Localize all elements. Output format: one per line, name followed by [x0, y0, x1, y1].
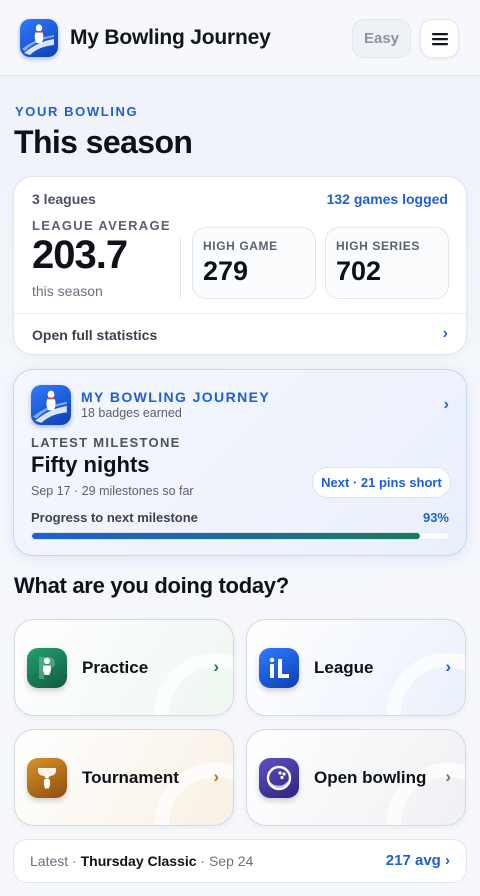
- chevron-right-icon[interactable]: ›: [444, 396, 449, 414]
- high-game-label: HIGH GAME: [203, 239, 278, 253]
- latest-session-name: Thursday Classic: [80, 853, 197, 869]
- games-logged-link[interactable]: 132 games logged: [327, 191, 448, 207]
- chevron-right-icon: ›: [213, 767, 219, 786]
- league-button[interactable]: League ›: [246, 619, 466, 716]
- section-heading: What are you doing today?: [14, 573, 289, 598]
- latest-session-date: · Sep 24: [200, 853, 254, 869]
- latest-milestone-label: LATEST MILESTONE: [31, 435, 181, 450]
- practice-button[interactable]: Practice ›: [14, 619, 234, 716]
- tournament-button[interactable]: Tournament ›: [14, 729, 234, 826]
- decorative-arc: [387, 653, 465, 715]
- next-milestone-pill[interactable]: Next · 21 pins short: [312, 467, 451, 498]
- league-label: League: [314, 658, 374, 677]
- easy-mode-button[interactable]: Easy: [352, 19, 411, 58]
- chevron-right-icon: ›: [213, 657, 219, 676]
- separator: ·: [72, 853, 77, 869]
- section-eyebrow: YOUR BOWLING: [15, 104, 139, 119]
- divider: [14, 313, 466, 314]
- decorative-arc: [155, 653, 233, 715]
- latest-prefix: Latest: [30, 853, 69, 869]
- divider: [180, 237, 181, 299]
- open-bowling-button[interactable]: Open bowling ›: [246, 729, 466, 826]
- progress-percent: 93%: [422, 510, 449, 525]
- bowling-pin-lane-icon[interactable]: [20, 18, 58, 57]
- bowling-pin-lane-icon: [31, 385, 71, 425]
- badges-earned: 18 badges earned: [81, 406, 182, 420]
- high-game-value: 279: [203, 256, 249, 286]
- progress-label: Progress to next milestone: [31, 510, 198, 525]
- league-average-label: LEAGUE AVERAGE: [32, 218, 171, 233]
- practice-label: Practice: [82, 658, 149, 677]
- app-title: My Bowling Journey: [70, 25, 271, 49]
- open-full-statistics-link[interactable]: Open full statistics: [32, 327, 157, 343]
- high-series-stat: HIGH SERIES 702: [325, 227, 449, 299]
- journey-title: MY BOWLING JOURNEY: [81, 389, 271, 405]
- season-stats-card: 3 leagues 132 games logged LEAGUE AVERAG…: [13, 176, 467, 355]
- chevron-right-icon: ›: [445, 657, 451, 676]
- milestone-name: Fifty nights: [31, 452, 150, 477]
- progress-bar-fill: [32, 533, 420, 539]
- chevron-right-icon[interactable]: ›: [443, 325, 448, 343]
- open-bowling-label: Open bowling: [314, 768, 427, 787]
- app-header: My Bowling Journey Easy: [0, 0, 480, 76]
- journey-card[interactable]: MY BOWLING JOURNEY 18 badges earned › LA…: [13, 369, 467, 556]
- latest-session-bar[interactable]: Latest · Thursday Classic · Sep 24 217 a…: [13, 839, 467, 883]
- page-title: This season: [14, 124, 193, 160]
- hamburger-menu-icon: [431, 32, 448, 45]
- bowling-ball-icon: [259, 758, 299, 798]
- league-average-value: 203.7: [32, 233, 128, 277]
- menu-button[interactable]: [420, 19, 459, 58]
- milestone-meta: Sep 17 · 29 milestones so far: [31, 484, 194, 498]
- league-average-subtitle: this season: [32, 283, 103, 299]
- league-icon: [259, 648, 299, 688]
- high-game-stat: HIGH GAME 279: [192, 227, 316, 299]
- high-series-value: 702: [336, 256, 382, 286]
- tournament-label: Tournament: [82, 768, 179, 787]
- progress-bar: [31, 532, 450, 540]
- chevron-right-icon: ›: [445, 767, 451, 786]
- practice-pin-icon: [27, 648, 67, 688]
- leagues-count: 3 leagues: [32, 191, 96, 207]
- latest-average-link[interactable]: 217 avg ›: [386, 852, 450, 869]
- high-series-label: HIGH SERIES: [336, 239, 420, 253]
- latest-session-info: Latest · Thursday Classic · Sep 24: [30, 853, 253, 869]
- tournament-trophy-icon: [27, 758, 67, 798]
